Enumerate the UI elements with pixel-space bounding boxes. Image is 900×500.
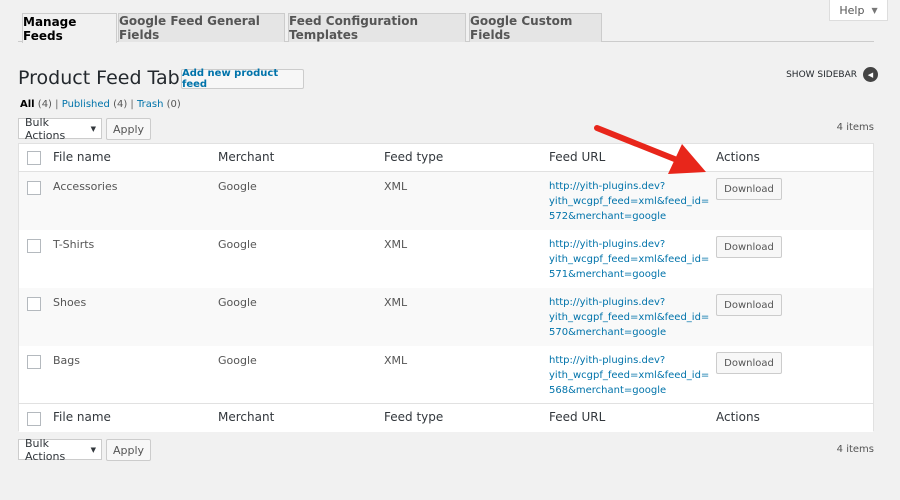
filter-trash-count: (0) xyxy=(166,99,181,110)
table-row: Bags Google XML http://yith-plugins.dev?… xyxy=(19,346,873,404)
filter-published-link[interactable]: Published xyxy=(62,99,110,110)
merchant-cell: Google xyxy=(218,354,257,367)
chevron-left-icon: ◀ xyxy=(863,67,878,82)
column-header-file-name[interactable]: File name xyxy=(53,150,111,164)
product-feed-table: File name Merchant Feed type Feed URL Ac… xyxy=(18,143,874,432)
filter-separator: | xyxy=(55,99,59,110)
column-footer-feed-url[interactable]: Feed URL xyxy=(549,410,605,424)
feed-url-link[interactable]: http://yith-plugins.dev? yith_wcgpf_feed… xyxy=(549,179,709,224)
tab-label: Feed Configuration Templates xyxy=(289,14,419,42)
row-checkbox[interactable] xyxy=(27,181,41,195)
feed-url-line: http://yith-plugins.dev? xyxy=(549,355,666,366)
red-arrow-icon xyxy=(594,125,706,174)
bulk-actions-select-bottom[interactable]: Bulk Actions ▼ xyxy=(18,436,102,463)
file-name-cell[interactable]: T-Shirts xyxy=(53,237,94,252)
download-button[interactable]: Download xyxy=(716,236,782,258)
filter-all-link[interactable]: All xyxy=(20,99,35,110)
download-button[interactable]: Download xyxy=(716,178,782,200)
column-footer-file-name[interactable]: File name xyxy=(53,410,111,424)
column-header-actions: Actions xyxy=(716,150,760,164)
filter-trash-link[interactable]: Trash xyxy=(137,99,163,110)
apply-button-top[interactable]: Apply xyxy=(106,118,151,140)
tab-feed-configuration-templates[interactable]: Feed Configuration Templates xyxy=(288,13,466,42)
download-button[interactable]: Download xyxy=(716,294,782,316)
table-row: Shoes Google XML http://yith-plugins.dev… xyxy=(19,288,873,346)
tab-google-feed-general-fields[interactable]: Google Feed General Fields xyxy=(118,13,285,42)
feed-url-line: 570&merchant=google xyxy=(549,327,667,338)
items-count-bottom: 4 items xyxy=(836,444,874,455)
row-checkbox[interactable] xyxy=(27,297,41,311)
feed-url-line: 572&merchant=google xyxy=(549,211,667,222)
table-row: T-Shirts Google XML http://yith-plugins.… xyxy=(19,230,873,288)
table-header-row: File name Merchant Feed type Feed URL Ac… xyxy=(19,144,873,172)
feed-type-cell: XML xyxy=(384,296,408,309)
column-header-merchant[interactable]: Merchant xyxy=(218,150,274,164)
caret-down-icon: ▼ xyxy=(90,445,96,454)
table-footer-row: File name Merchant Feed type Feed URL Ac… xyxy=(19,403,873,432)
feed-url-link[interactable]: http://yith-plugins.dev? yith_wcgpf_feed… xyxy=(549,295,709,340)
tab-bar: Manage Feeds Google Feed General Fields … xyxy=(18,13,874,43)
caret-down-icon: ▼ xyxy=(90,124,96,133)
tab-google-custom-fields[interactable]: Google Custom Fields xyxy=(469,13,602,42)
tab-label: Google Feed General Fields xyxy=(119,14,260,42)
filter-published-count: (4) xyxy=(113,99,128,110)
feed-url-line: yith_wcgpf_feed=xml&feed_id= xyxy=(549,254,710,265)
merchant-cell: Google xyxy=(218,238,257,251)
feed-url-link[interactable]: http://yith-plugins.dev? yith_wcgpf_feed… xyxy=(549,237,709,282)
feed-type-cell: XML xyxy=(384,238,408,251)
status-filter-links: All (4) | Published (4) | Trash (0) xyxy=(20,99,181,110)
feed-type-cell: XML xyxy=(384,180,408,193)
page-title: Product Feed Table xyxy=(18,67,197,89)
bulk-actions-select-top[interactable]: Bulk Actions ▼ xyxy=(18,115,102,142)
tab-manage-feeds[interactable]: Manage Feeds xyxy=(22,13,117,43)
tab-label: Manage Feeds xyxy=(23,14,77,43)
feed-url-line: http://yith-plugins.dev? xyxy=(549,239,666,250)
download-button[interactable]: Download xyxy=(716,352,782,374)
filter-separator: | xyxy=(130,99,134,110)
row-checkbox[interactable] xyxy=(27,355,41,369)
show-sidebar-label: SHOW SIDEBAR xyxy=(786,69,857,80)
file-name-cell[interactable]: Shoes xyxy=(53,295,86,310)
feed-url-line: 571&merchant=google xyxy=(549,269,667,280)
bulk-actions-label: Bulk Actions xyxy=(25,436,66,463)
feed-url-line: yith_wcgpf_feed=xml&feed_id= xyxy=(549,196,710,207)
feed-url-line: yith_wcgpf_feed=xml&feed_id= xyxy=(549,370,710,381)
column-footer-feed-type[interactable]: Feed type xyxy=(384,410,443,424)
file-name-cell[interactable]: Bags xyxy=(53,353,80,368)
select-all-checkbox[interactable] xyxy=(27,151,41,165)
items-count-top: 4 items xyxy=(836,122,874,133)
feed-url-line: 568&merchant=google xyxy=(549,385,667,396)
feed-url-line: http://yith-plugins.dev? xyxy=(549,297,666,308)
bulk-actions-label: Bulk Actions xyxy=(25,115,66,142)
select-all-checkbox-footer[interactable] xyxy=(27,412,41,426)
apply-button-bottom[interactable]: Apply xyxy=(106,439,151,461)
filter-all-count: (4) xyxy=(37,99,52,110)
table-row: Accessories Google XML http://yith-plugi… xyxy=(19,172,873,230)
show-sidebar-toggle[interactable]: SHOW SIDEBAR ◀ xyxy=(786,67,878,82)
column-footer-actions: Actions xyxy=(716,410,760,424)
feed-url-link[interactable]: http://yith-plugins.dev? yith_wcgpf_feed… xyxy=(549,353,709,398)
merchant-cell: Google xyxy=(218,180,257,193)
merchant-cell: Google xyxy=(218,296,257,309)
row-checkbox[interactable] xyxy=(27,239,41,253)
file-name-cell[interactable]: Accessories xyxy=(53,179,117,194)
column-footer-merchant[interactable]: Merchant xyxy=(218,410,274,424)
tab-label: Google Custom Fields xyxy=(470,14,573,42)
add-new-product-feed-button[interactable]: Add new product feed xyxy=(181,68,304,90)
column-header-feed-type[interactable]: Feed type xyxy=(384,150,443,164)
feed-url-line: yith_wcgpf_feed=xml&feed_id= xyxy=(549,312,710,323)
feed-type-cell: XML xyxy=(384,354,408,367)
